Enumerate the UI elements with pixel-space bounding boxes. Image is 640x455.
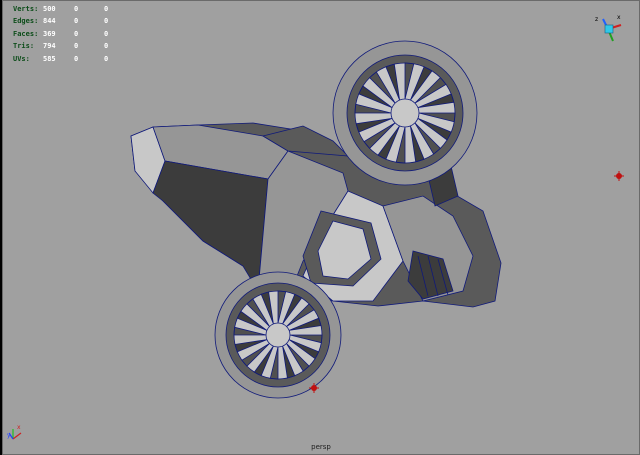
axis-y-label: y [7, 432, 11, 439]
hud-value: 0 [104, 17, 109, 26]
hud-label: Edges: [13, 17, 39, 26]
hud-row: UVs: 585 0 0 [13, 53, 123, 65]
hud-value: 0 [74, 5, 79, 13]
hud-value: 844 [43, 17, 56, 26]
hud-label: Faces: [13, 29, 39, 38]
upper-turbine[interactable] [332, 40, 478, 186]
persp-viewport[interactable]: z x y x Verts: 500 0 0 Edges: 844 0 0 Faces: 369 0… [2, 0, 640, 455]
hud-value: 585 [43, 54, 56, 63]
hud-value: 0 [104, 42, 109, 51]
hud-value: 0 [74, 42, 79, 51]
hud-label: UVs: [13, 54, 30, 63]
hud-value: 794 [43, 42, 56, 51]
hud-row: Tris: 794 0 0 [13, 40, 123, 52]
camera-label: persp [311, 443, 331, 451]
locator-right[interactable] [614, 171, 624, 181]
hud-label: Verts: [13, 5, 39, 13]
hud-row: Verts: 500 0 0 [13, 3, 123, 15]
view-cube-icon[interactable]: z x [595, 14, 622, 42]
view-cube-x-label: x [617, 14, 621, 21]
hud-value: 0 [104, 29, 109, 38]
hud-value: 0 [104, 5, 109, 13]
hud-value: 0 [74, 17, 79, 26]
view-cube-z-label: z [595, 16, 598, 23]
hud-value: 0 [104, 54, 109, 63]
hud-value: 0 [74, 29, 79, 38]
vehicle-model[interactable]: z x y x [3, 1, 639, 454]
hud-row: Edges: 844 0 0 [13, 15, 123, 27]
hud-value: 500 [43, 5, 56, 13]
poly-count-hud: Verts: 500 0 0 Edges: 844 0 0 Faces: 369 0 0 Tris: 79… [13, 3, 123, 65]
hud-row: Faces: 369 0 0 [13, 28, 123, 40]
axis-x-label: x [17, 424, 21, 431]
hud-label: Tris: [13, 42, 35, 51]
hud-value: 369 [43, 29, 56, 38]
hud-value: 0 [74, 54, 79, 63]
lower-turbine[interactable] [214, 271, 342, 399]
axis-gizmo-icon: y x [7, 424, 22, 440]
